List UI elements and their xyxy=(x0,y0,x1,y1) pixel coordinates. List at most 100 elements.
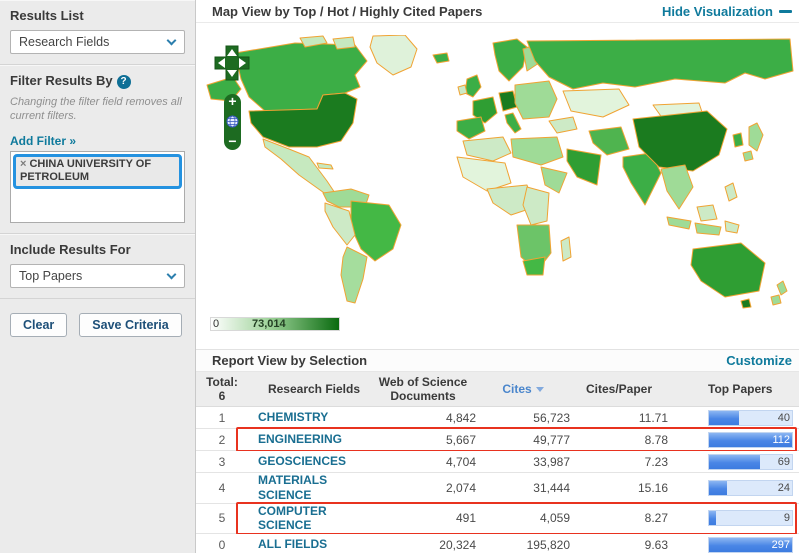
row-docs: 20,324 xyxy=(370,538,476,552)
country-iran xyxy=(589,127,629,155)
globe-icon[interactable] xyxy=(226,115,239,128)
filter-list[interactable]: ×CHINA UNIVERSITY OF PETROLEUM xyxy=(10,151,185,223)
column-header-research-fields: Research Fields xyxy=(258,382,370,396)
field-link-computer-science[interactable]: COMPUTER SCIENCE xyxy=(258,504,327,533)
row-cites-per-paper: 8.78 xyxy=(570,433,668,447)
filter-note: Changing the filter field removes all cu… xyxy=(10,95,185,124)
filter-item-china-university-of-petroleum[interactable]: ×CHINA UNIVERSITY OF PETROLEUM xyxy=(13,154,182,190)
row-cites: 49,777 xyxy=(476,433,570,447)
country-saudi-arabia xyxy=(567,149,601,185)
country-germany xyxy=(499,91,517,111)
map-pan-control[interactable] xyxy=(214,45,250,81)
hide-visualization-link[interactable]: Hide Visualization xyxy=(662,4,792,19)
remove-filter-icon[interactable]: × xyxy=(20,158,26,170)
table-header-row: Total: 6 Research Fields Web of Science … xyxy=(196,372,799,407)
map-section: + − 0 73,014 xyxy=(196,23,799,349)
row-rank: 1 xyxy=(196,411,248,425)
field-link-materials-science[interactable]: MATERIALS SCIENCE xyxy=(258,473,327,502)
main-panel: Map View by Top / Hot / Highly Cited Pap… xyxy=(196,0,799,553)
row-rank: 2 xyxy=(196,433,248,447)
row-cites-per-paper: 11.71 xyxy=(570,411,668,425)
results-list-heading: Results List xyxy=(10,8,185,23)
results-list-value: Research Fields xyxy=(19,35,109,49)
map-zoom-control[interactable]: + − xyxy=(224,94,241,150)
top-papers-bar: 24 xyxy=(708,480,793,496)
country-brazil xyxy=(351,201,401,261)
country-italy xyxy=(505,113,521,133)
country-uk xyxy=(465,75,481,97)
country-russia xyxy=(527,39,793,89)
field-link-chemistry[interactable]: CHEMISTRY xyxy=(258,410,328,424)
country-argentina xyxy=(341,247,367,303)
row-cites: 4,059 xyxy=(476,511,570,525)
map-legend: 0 73,014 xyxy=(210,317,340,331)
top-papers-value: 24 xyxy=(778,481,790,496)
results-list-section: Results List Research Fields xyxy=(0,0,195,65)
save-criteria-button[interactable]: Save Criteria xyxy=(79,313,181,337)
clear-button[interactable]: Clear xyxy=(10,313,67,337)
row-cites: 31,444 xyxy=(476,481,570,495)
row-docs: 2,074 xyxy=(370,481,476,495)
report-table: Total: 6 Research Fields Web of Science … xyxy=(196,372,799,553)
row-cites-per-paper: 8.27 xyxy=(570,511,668,525)
world-map[interactable] xyxy=(205,35,795,311)
country-spain xyxy=(457,117,485,139)
table-row: 0 ALL FIELDS 20,324 195,820 9.63 297 xyxy=(196,534,799,553)
help-icon[interactable]: ? xyxy=(117,75,131,89)
country-japan xyxy=(749,123,763,151)
filter-item-label: CHINA UNIVERSITY OF PETROLEUM xyxy=(20,158,151,184)
column-header-cites-per-paper: Cites/Paper xyxy=(570,382,668,396)
include-results-heading: Include Results For xyxy=(10,242,185,257)
top-papers-value: 69 xyxy=(778,455,790,470)
column-header-cites[interactable]: Cites xyxy=(476,382,570,396)
zoom-in-icon[interactable]: + xyxy=(228,95,236,107)
top-papers-value: 9 xyxy=(784,511,790,526)
top-papers-bar: 297 xyxy=(708,537,793,553)
row-cites-per-paper: 7.23 xyxy=(570,455,668,469)
criteria-buttons: Clear Save Criteria xyxy=(0,299,195,351)
filter-by-heading: Filter Results By xyxy=(10,73,113,88)
row-rank: 4 xyxy=(196,481,248,495)
top-papers-bar: 9 xyxy=(708,510,793,526)
chevron-down-icon xyxy=(167,269,177,279)
row-cites: 33,987 xyxy=(476,455,570,469)
include-results-value: Top Papers xyxy=(19,269,82,283)
top-papers-bar: 40 xyxy=(708,410,793,426)
row-cites: 195,820 xyxy=(476,538,570,552)
chevron-down-icon xyxy=(167,36,177,46)
include-results-select[interactable]: Top Papers xyxy=(10,264,185,288)
row-cites-per-paper: 9.63 xyxy=(570,538,668,552)
esi-app: Results List Research Fields Filter Resu… xyxy=(0,0,800,553)
filter-results-section: Filter Results By? Changing the filter f… xyxy=(0,65,195,234)
country-greenland xyxy=(370,35,417,75)
legend-max-value: 73,014 xyxy=(252,318,286,330)
column-header-wos-documents: Web of Science Documents xyxy=(370,375,476,403)
table-row: 2 ENGINEERING 5,667 49,777 8.78 112 xyxy=(196,429,799,451)
row-cites-per-paper: 15.16 xyxy=(570,481,668,495)
map-view-header: Map View by Top / Hot / Highly Cited Pap… xyxy=(196,0,799,23)
results-list-select[interactable]: Research Fields xyxy=(10,30,185,54)
total-count: Total: 6 xyxy=(196,375,248,404)
map-view-title: Map View by Top / Hot / Highly Cited Pap… xyxy=(212,4,482,19)
row-rank: 3 xyxy=(196,455,248,469)
row-rank: 0 xyxy=(196,538,248,552)
table-row: 4 MATERIALS SCIENCE 2,074 31,444 15.16 2… xyxy=(196,473,799,504)
top-papers-bar: 69 xyxy=(708,454,793,470)
customize-link[interactable]: Customize xyxy=(726,353,792,368)
sort-desc-icon xyxy=(536,387,544,392)
table-row: 1 CHEMISTRY 4,842 56,723 11.71 40 xyxy=(196,407,799,429)
field-link-engineering[interactable]: ENGINEERING xyxy=(258,432,342,446)
country-south-korea xyxy=(733,133,743,147)
column-header-top-papers: Top Papers xyxy=(708,382,793,396)
add-filter-link[interactable]: Add Filter » xyxy=(10,134,76,148)
row-docs: 5,667 xyxy=(370,433,476,447)
zoom-out-icon[interactable]: − xyxy=(228,135,236,147)
top-papers-value: 297 xyxy=(772,538,790,553)
row-docs: 4,842 xyxy=(370,411,476,425)
row-docs: 4,704 xyxy=(370,455,476,469)
report-view-title: Report View by Selection xyxy=(212,353,367,368)
field-link-geosciences[interactable]: GEOSCIENCES xyxy=(258,454,346,468)
report-view-header: Report View by Selection Customize xyxy=(196,349,799,372)
minus-icon xyxy=(779,10,792,13)
field-link-all-fields[interactable]: ALL FIELDS xyxy=(258,537,327,551)
